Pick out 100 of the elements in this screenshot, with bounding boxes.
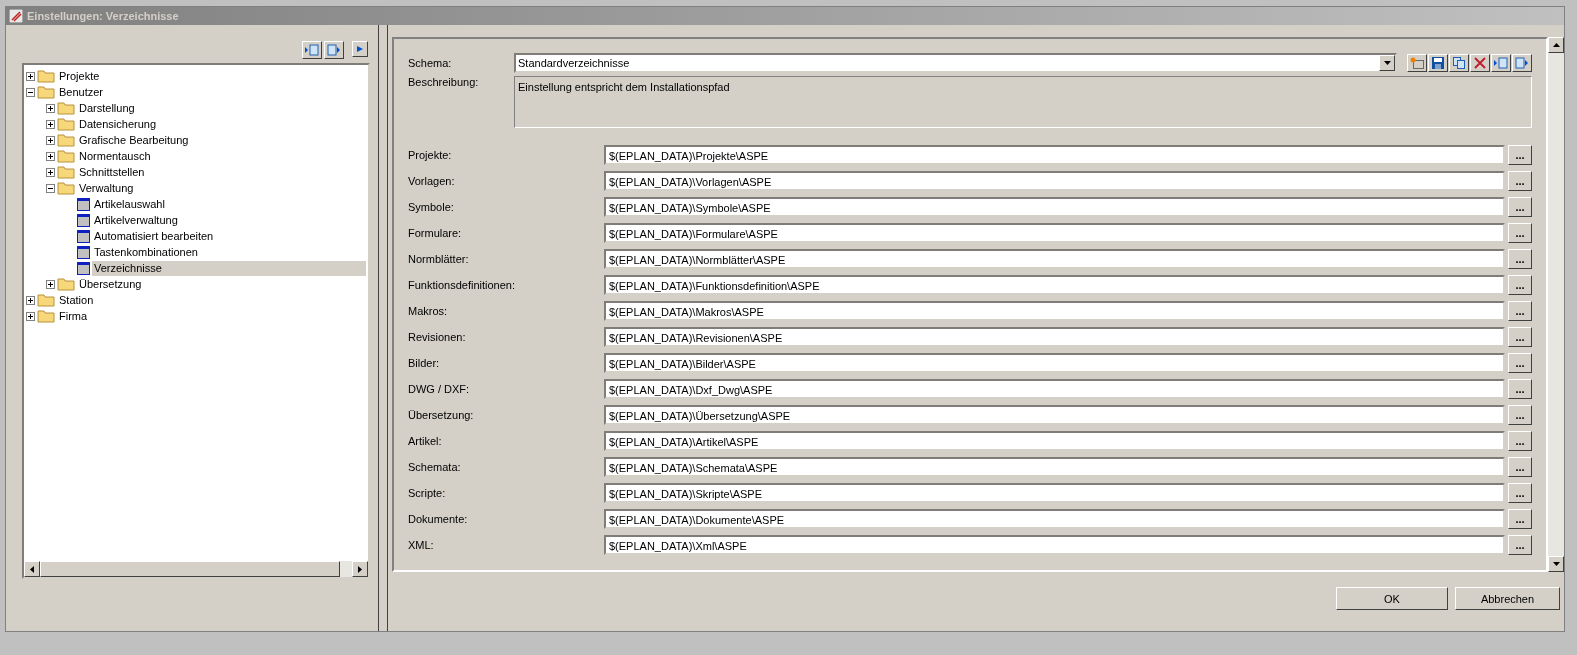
browse-button[interactable]: ...	[1508, 145, 1532, 165]
scroll-up-button[interactable]	[1548, 37, 1564, 53]
collapse-icon[interactable]	[46, 183, 55, 193]
browse-button[interactable]: ...	[1508, 171, 1532, 191]
path-field[interactable]: $(EPLAN_DATA)\Xml\ASPE	[604, 535, 1505, 555]
tree-item[interactable]: Schnittstellen	[77, 164, 147, 180]
browse-button[interactable]: ...	[1508, 509, 1532, 529]
folder-icon	[57, 149, 75, 163]
expand-icon[interactable]	[46, 103, 55, 113]
browse-button[interactable]: ...	[1508, 223, 1532, 243]
path-field[interactable]: $(EPLAN_DATA)\Skripte\ASPE	[604, 483, 1505, 503]
path-field[interactable]: $(EPLAN_DATA)\Formulare\ASPE	[604, 223, 1505, 243]
browse-button[interactable]: ...	[1508, 301, 1532, 321]
toolbar-button[interactable]	[1449, 54, 1469, 72]
field-label: Schemata:	[408, 461, 462, 473]
folder-icon	[57, 117, 75, 131]
path-field[interactable]: $(EPLAN_DATA)\Symbole\ASPE	[604, 197, 1505, 217]
expand-icon[interactable]	[26, 311, 35, 321]
tree-item[interactable]: Station	[57, 292, 96, 308]
tree-item[interactable]: Benutzer	[57, 84, 106, 100]
path-field[interactable]: $(EPLAN_DATA)\Bilder\ASPE	[604, 353, 1505, 373]
tree-item[interactable]: Artikelverwaltung	[92, 212, 180, 228]
field-label: Revisionen:	[408, 331, 467, 343]
expand-icon[interactable]	[26, 295, 35, 305]
path-field[interactable]: $(EPLAN_DATA)\Projekte\ASPE	[604, 145, 1505, 165]
expand-icon[interactable]	[46, 279, 55, 289]
path-field[interactable]: $(EPLAN_DATA)\Artikel\ASPE	[604, 431, 1505, 451]
browse-button[interactable]: ...	[1508, 249, 1532, 269]
browse-button[interactable]: ...	[1508, 457, 1532, 477]
field-label: Artikel:	[408, 435, 443, 447]
window-icon	[77, 261, 90, 275]
folder-icon	[37, 85, 55, 99]
path-field[interactable]: $(EPLAN_DATA)\Übersetzung\ASPE	[604, 405, 1505, 425]
tree-item[interactable]: Übersetzung	[77, 276, 144, 292]
tree-item[interactable]: Grafische Bearbeitung	[77, 132, 191, 148]
tree-item[interactable]: Datensicherung	[77, 116, 159, 132]
browse-button[interactable]: ...	[1508, 327, 1532, 347]
expand-icon[interactable]	[26, 71, 35, 81]
path-field[interactable]: $(EPLAN_DATA)\Dxf_Dwg\ASPE	[604, 379, 1505, 399]
toolbar-button[interactable]	[1491, 54, 1511, 72]
arrow-document-icon	[1494, 57, 1508, 69]
path-field[interactable]: $(EPLAN_DATA)\Normblätter\ASPE	[604, 249, 1505, 269]
left-arrow-icon	[30, 565, 34, 573]
tree-item[interactable]: Normentausch	[77, 148, 153, 164]
path-field[interactable]: $(EPLAN_DATA)\Schemata\ASPE	[604, 457, 1505, 477]
field-label: Symbole:	[408, 201, 455, 213]
toolbar-button[interactable]	[1512, 54, 1532, 72]
scrollbar-thumb[interactable]	[40, 561, 340, 577]
dialog-button[interactable]: Abbrechen	[1455, 587, 1560, 610]
tree-item[interactable]: Tastenkombinationen	[92, 244, 200, 260]
sparkle-frame-icon	[1410, 57, 1424, 69]
path-field[interactable]: $(EPLAN_DATA)\Funktionsdefinition\ASPE	[604, 275, 1505, 295]
browse-button[interactable]: ...	[1508, 197, 1532, 217]
browse-button[interactable]: ...	[1508, 353, 1532, 373]
expand-icon[interactable]	[46, 119, 55, 129]
description-field[interactable]: Einstellung entspricht dem Installationspfad	[514, 76, 1532, 128]
tree-item[interactable]: Darstellung	[77, 100, 137, 116]
app-icon	[9, 9, 23, 23]
window-icon	[77, 197, 90, 211]
path-field[interactable]: $(EPLAN_DATA)\Vorlagen\ASPE	[604, 171, 1505, 191]
toolbar-button[interactable]	[352, 41, 368, 57]
tree-item[interactable]: Automatisiert bearbeiten	[92, 228, 216, 244]
triangle-icon	[356, 45, 364, 53]
tree-item[interactable]: Verwaltung	[77, 180, 136, 196]
tree-item[interactable]: Verzeichnisse	[92, 260, 366, 276]
toolbar-button[interactable]	[1407, 54, 1427, 72]
field-label: Bilder:	[408, 357, 441, 369]
expand-icon[interactable]	[46, 151, 55, 161]
tree-item[interactable]: Artikelauswahl	[92, 196, 167, 212]
path-field[interactable]: $(EPLAN_DATA)\Makros\ASPE	[604, 301, 1505, 321]
field-label: Formulare:	[408, 227, 463, 239]
folder-icon	[37, 293, 55, 307]
browse-button[interactable]: ...	[1508, 275, 1532, 295]
expand-icon[interactable]	[46, 167, 55, 177]
toolbar-button[interactable]	[1428, 54, 1448, 72]
scroll-left-button[interactable]	[24, 561, 40, 577]
delete-icon	[1474, 57, 1486, 69]
scroll-down-button[interactable]	[1548, 556, 1564, 572]
path-field[interactable]: $(EPLAN_DATA)\Dokumente\ASPE	[604, 509, 1505, 529]
toolbar-button[interactable]	[1470, 54, 1490, 72]
browse-button[interactable]: ...	[1508, 431, 1532, 451]
toolbar-button[interactable]	[324, 41, 344, 59]
expand-icon[interactable]	[46, 135, 55, 145]
browse-button[interactable]: ...	[1508, 405, 1532, 425]
browse-button[interactable]: ...	[1508, 379, 1532, 399]
splitter-bar[interactable]	[378, 25, 388, 631]
collapse-icon[interactable]	[26, 87, 35, 97]
folder-icon	[57, 101, 75, 115]
document-arrow-icon	[327, 44, 341, 56]
path-field[interactable]: $(EPLAN_DATA)\Revisionen\ASPE	[604, 327, 1505, 347]
folder-icon	[57, 277, 75, 291]
toolbar-button[interactable]	[302, 41, 322, 59]
browse-button[interactable]: ...	[1508, 535, 1532, 555]
dialog-button[interactable]: OK	[1336, 587, 1448, 610]
scroll-right-button[interactable]	[352, 561, 368, 577]
schema-dropdown[interactable]: Standardverzeichnisse	[514, 53, 1397, 73]
tree-item[interactable]: Firma	[57, 308, 90, 324]
tree-item[interactable]: Projekte	[57, 68, 102, 84]
browse-button[interactable]: ...	[1508, 483, 1532, 503]
folder-icon	[57, 133, 75, 147]
